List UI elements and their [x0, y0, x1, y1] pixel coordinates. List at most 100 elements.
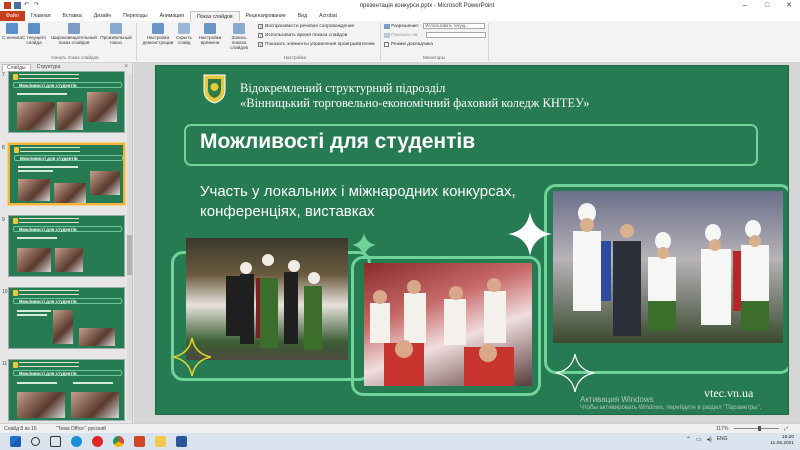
- slide-editor[interactable]: Відокремлений структурний підрозділ «Він…: [155, 65, 789, 415]
- undo-icon[interactable]: ↶: [24, 2, 31, 9]
- chrome-icon[interactable]: [113, 436, 124, 447]
- thumb-photo: [79, 328, 115, 346]
- group-separator: [136, 23, 137, 61]
- photo-chefs-team[interactable]: [553, 191, 783, 343]
- powerpoint-taskbar-icon[interactable]: [134, 436, 145, 447]
- tab-file[interactable]: Файл: [0, 11, 25, 21]
- thumb-text: [17, 314, 47, 316]
- slide-thumbnail[interactable]: Можливості для студентів: [8, 287, 125, 349]
- network-icon[interactable]: ▭: [696, 436, 702, 443]
- fit-slide-icon[interactable]: ⤢: [784, 426, 788, 432]
- chevron-up-icon[interactable]: ⌃: [686, 436, 691, 443]
- thumb-title: Можливості для студентів: [19, 83, 77, 88]
- broadcast-button[interactable]: Широковещательный показ слайдов: [50, 23, 98, 45]
- group-label-setup: Настройка: [283, 55, 307, 60]
- search-icon[interactable]: [31, 437, 40, 446]
- edge-icon[interactable]: [71, 436, 82, 447]
- thumb-header: [19, 362, 79, 367]
- from-current-slide-button[interactable]: С текущего слайда: [22, 23, 46, 45]
- presenter-view-checkbox[interactable]: Режим докладчика: [384, 42, 433, 47]
- slide-thumbnail[interactable]: Можливості для студентів: [8, 215, 125, 277]
- word-icon[interactable]: [176, 436, 187, 447]
- show-media-controls-checkbox[interactable]: ✓ Показать элементы управления проигрыва…: [258, 42, 375, 48]
- maximize-button[interactable]: □: [756, 0, 778, 11]
- zoom-percent[interactable]: 117%: [716, 426, 728, 432]
- minimize-button[interactable]: –: [734, 0, 756, 11]
- tab-review[interactable]: Рецензирование: [240, 11, 292, 21]
- close-pane-button[interactable]: ×: [124, 64, 128, 70]
- thumb-photo: [17, 248, 51, 272]
- theme-name: "Тема Office": [56, 426, 86, 432]
- tab-animations[interactable]: Анимация: [154, 11, 190, 21]
- logo-icon: [13, 290, 18, 296]
- show-on-field: [425, 32, 486, 38]
- tab-slide-show[interactable]: Показ слайдов: [189, 11, 240, 21]
- rehearse-timings-button[interactable]: Настройка времени: [196, 23, 224, 45]
- slide-number: 7: [2, 72, 5, 78]
- thumb-title: Можливості для студентів: [19, 299, 77, 304]
- tab-home[interactable]: Главная: [25, 11, 57, 21]
- slide-subtitle-line1[interactable]: Участь у локальних і міжнародних конкурс…: [200, 183, 516, 200]
- zoom-slider[interactable]: [734, 426, 779, 431]
- custom-show-button[interactable]: Произвольный показ: [100, 23, 132, 45]
- tab-outline[interactable]: Структура: [33, 64, 65, 71]
- timer-icon: [204, 23, 216, 34]
- thumb-text: [17, 93, 67, 95]
- title-bar: ↶ ↷ презентація конкурси.pptx - Microsof…: [0, 0, 800, 11]
- tab-slides[interactable]: Слайды: [2, 63, 31, 71]
- photo-conference-crowd[interactable]: [364, 263, 532, 386]
- logo-icon: [14, 147, 19, 153]
- thumb-photo: [90, 171, 120, 195]
- resolution-dropdown[interactable]: Разрешение: Использовать текущ...: [384, 23, 486, 29]
- clock[interactable]: 15:20 11.05.2021: [770, 435, 794, 447]
- narration-checkbox[interactable]: ✓ Воспроизвести речевое сопровождение: [258, 24, 354, 30]
- status-bar: Слайд 8 из 15 "Тема Office" русский 117%…: [0, 423, 800, 433]
- windows-taskbar: [0, 433, 800, 450]
- save-icon[interactable]: [14, 2, 21, 9]
- slide-number: 11: [2, 361, 8, 367]
- tab-transitions[interactable]: Переходы: [117, 11, 153, 21]
- slideshow-current-icon: [28, 23, 40, 34]
- slide-title[interactable]: Можливості для студентів: [200, 130, 475, 154]
- slide-thumbnail[interactable]: Можливості для студентів: [8, 71, 125, 133]
- close-button[interactable]: ✕: [778, 0, 800, 11]
- broadcast-icon: [68, 23, 80, 34]
- slideshow-start-icon: [6, 23, 18, 34]
- opera-icon[interactable]: [92, 436, 103, 447]
- windows-start-icon[interactable]: [10, 436, 21, 447]
- record-slide-show-button[interactable]: Запись показа слайдов: [224, 23, 254, 50]
- zoom-slider-thumb[interactable]: [758, 426, 762, 431]
- org-name-line2: «Вінницький торговельно-економічний фахо…: [240, 96, 590, 110]
- thumb-text: [17, 237, 57, 239]
- from-beginning-button[interactable]: С начала: [2, 23, 22, 40]
- scrollbar-thumb[interactable]: [127, 235, 132, 275]
- tab-design[interactable]: Дизайн: [88, 11, 117, 21]
- keyboard-language[interactable]: ENG: [717, 436, 728, 443]
- file-explorer-icon[interactable]: [155, 436, 166, 447]
- task-view-icon[interactable]: [50, 436, 61, 447]
- monitor-icon: [384, 23, 390, 29]
- thumb-header: [19, 74, 79, 79]
- custom-show-icon: [110, 23, 122, 34]
- slide-subtitle-line2[interactable]: конференціях, виставках: [200, 203, 375, 220]
- thumb-header: [19, 218, 79, 223]
- hide-slide-button[interactable]: Скрыть слайд: [174, 23, 194, 45]
- volume-icon[interactable]: ◂): [707, 436, 712, 443]
- crowd-figures-icon: [370, 278, 514, 386]
- redo-icon[interactable]: ↷: [34, 2, 41, 9]
- slide-number: 9: [2, 217, 5, 223]
- checkbox-icon: ✓: [258, 33, 264, 39]
- tab-view[interactable]: Вид: [292, 11, 313, 21]
- set-up-show-button[interactable]: Настройка демонстрации: [140, 23, 176, 45]
- tab-acrobat[interactable]: Acrobat: [313, 11, 343, 21]
- slides-scrollbar[interactable]: [127, 75, 132, 420]
- hide-slide-icon: [178, 23, 190, 34]
- slides-pane: Слайды Структура × 7 Можливості для студ…: [0, 63, 133, 423]
- thumb-title: Можливості для студентів: [19, 371, 77, 376]
- slide-thumbnail[interactable]: Можливості для студентів: [8, 359, 125, 421]
- tab-insert[interactable]: Вставка: [57, 11, 88, 21]
- language-indicator[interactable]: русский: [88, 426, 106, 432]
- slide-thumbnail-selected[interactable]: Можливості для студентів: [8, 143, 125, 205]
- show-on-dropdown[interactable]: Показать на:: [384, 32, 486, 38]
- use-timings-checkbox[interactable]: ✓ Использовать время показа слайдов: [258, 33, 347, 39]
